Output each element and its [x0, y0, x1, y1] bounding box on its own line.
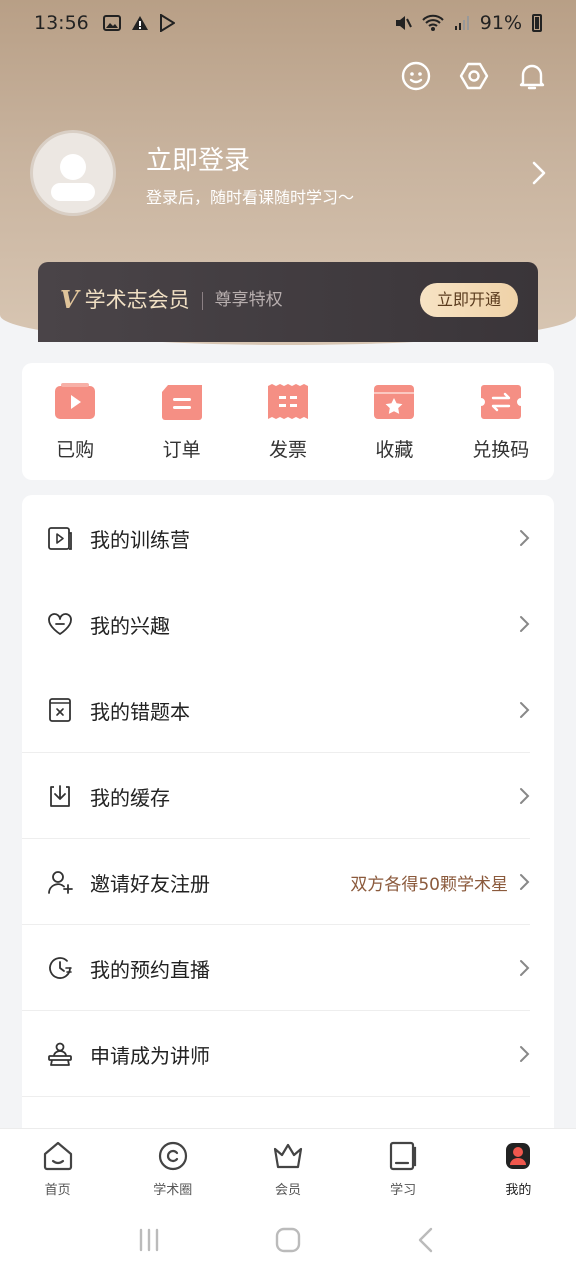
member-subtitle: 尊享特权	[214, 290, 283, 310]
warning-notification-icon	[131, 16, 148, 30]
wifi-icon	[422, 14, 444, 31]
status-bar: 13:56 91%	[0, 0, 576, 46]
vip-v-icon: V	[60, 285, 79, 314]
nav-membership[interactable]: 会员	[243, 1129, 333, 1200]
order-icon	[161, 385, 202, 420]
video-folder-icon	[48, 527, 72, 550]
avatar[interactable]	[30, 130, 116, 216]
login-subtitle: 登录后，随时看课随时学习～	[146, 188, 355, 207]
chevron-right-icon	[520, 1046, 530, 1062]
wrong-book-icon	[49, 698, 71, 722]
home-icon	[43, 1141, 72, 1171]
system-navigation-bar	[0, 1200, 576, 1280]
gallery-notification-icon	[102, 15, 121, 31]
menu-item-training-camp[interactable]: 我的训练营	[22, 495, 554, 581]
favorite-star-icon	[374, 385, 415, 419]
menu-item-live-reservations[interactable]: 我的预约直播	[22, 925, 554, 1011]
nav-home[interactable]: 首页	[13, 1129, 103, 1200]
menu-item-interests[interactable]: 我的兴趣	[22, 581, 554, 667]
settings-icon[interactable]	[458, 60, 490, 92]
battery-percent: 91%	[479, 12, 522, 34]
menu-item-invite-friends[interactable]: 邀请好友注册 双方各得50颗学术星	[22, 839, 554, 925]
bottom-navigation: 首页 学术圈 会员 学习 我的	[0, 1128, 576, 1200]
chevron-right-icon	[520, 530, 530, 546]
nav-study[interactable]: 学习	[358, 1129, 448, 1200]
quick-action-purchased[interactable]: 已购	[30, 383, 120, 480]
member-divider	[201, 292, 203, 310]
battery-icon	[532, 14, 542, 32]
customer-service-icon[interactable]	[400, 60, 432, 92]
exchange-code-icon	[480, 385, 521, 419]
status-time: 13:56	[34, 12, 89, 34]
invoice-icon	[267, 384, 308, 419]
quick-action-orders[interactable]: 订单	[137, 383, 227, 480]
login-title[interactable]: 立即登录	[146, 140, 250, 177]
quick-action-exchange-code[interactable]: 兑换码	[456, 383, 546, 480]
play-ticket-icon	[55, 383, 96, 419]
member-title: 学术志会员	[84, 288, 190, 312]
chevron-right-icon	[520, 960, 530, 976]
menu-item-become-lecturer[interactable]: 申请成为讲师	[22, 1011, 554, 1097]
chevron-right-icon[interactable]	[530, 160, 548, 186]
clock-icon	[49, 957, 72, 979]
menu-item-cache[interactable]: 我的缓存	[22, 753, 554, 839]
nav-profile[interactable]: 我的	[473, 1129, 563, 1200]
default-avatar-icon	[51, 154, 95, 201]
heart-icon	[48, 613, 72, 635]
chevron-right-icon	[520, 874, 530, 890]
menu-item-wrong-questions[interactable]: 我的错题本	[22, 667, 554, 753]
invite-reward-text: 双方各得50颗学术星	[350, 874, 508, 895]
chevron-right-icon	[520, 616, 530, 632]
add-user-icon	[48, 871, 73, 894]
play-store-notification-icon	[159, 14, 175, 32]
nav-academic-circle[interactable]: 学术圈	[128, 1129, 218, 1200]
chevron-right-icon	[520, 788, 530, 804]
member-banner[interactable]: V 学术志会员 尊享特权 立即开通	[38, 262, 538, 342]
signal-icon	[454, 16, 469, 30]
lecturer-icon	[48, 1042, 72, 1066]
profile-icon	[506, 1143, 531, 1169]
crown-icon	[273, 1143, 303, 1169]
download-icon	[50, 785, 70, 807]
mute-icon	[395, 16, 412, 30]
quick-action-favorites[interactable]: 收藏	[349, 383, 439, 480]
chevron-right-icon	[520, 702, 530, 718]
quick-action-invoice[interactable]: 发票	[243, 383, 333, 480]
home-button-icon[interactable]	[272, 1224, 304, 1256]
back-icon[interactable]	[411, 1224, 443, 1256]
quick-actions-card: 已购 订单 发票 收藏 兑换码	[22, 363, 554, 480]
recent-apps-icon[interactable]	[133, 1224, 165, 1256]
notebook-icon	[390, 1141, 417, 1171]
header-actions	[400, 60, 548, 92]
open-membership-button[interactable]: 立即开通	[420, 283, 518, 317]
circle-icon	[158, 1141, 187, 1171]
settings-menu: 我的训练营 我的兴趣 我的错题本 我的缓存 邀请好友注册 双方各得50颗学术星 …	[22, 495, 554, 1135]
notification-bell-icon[interactable]	[516, 60, 548, 92]
